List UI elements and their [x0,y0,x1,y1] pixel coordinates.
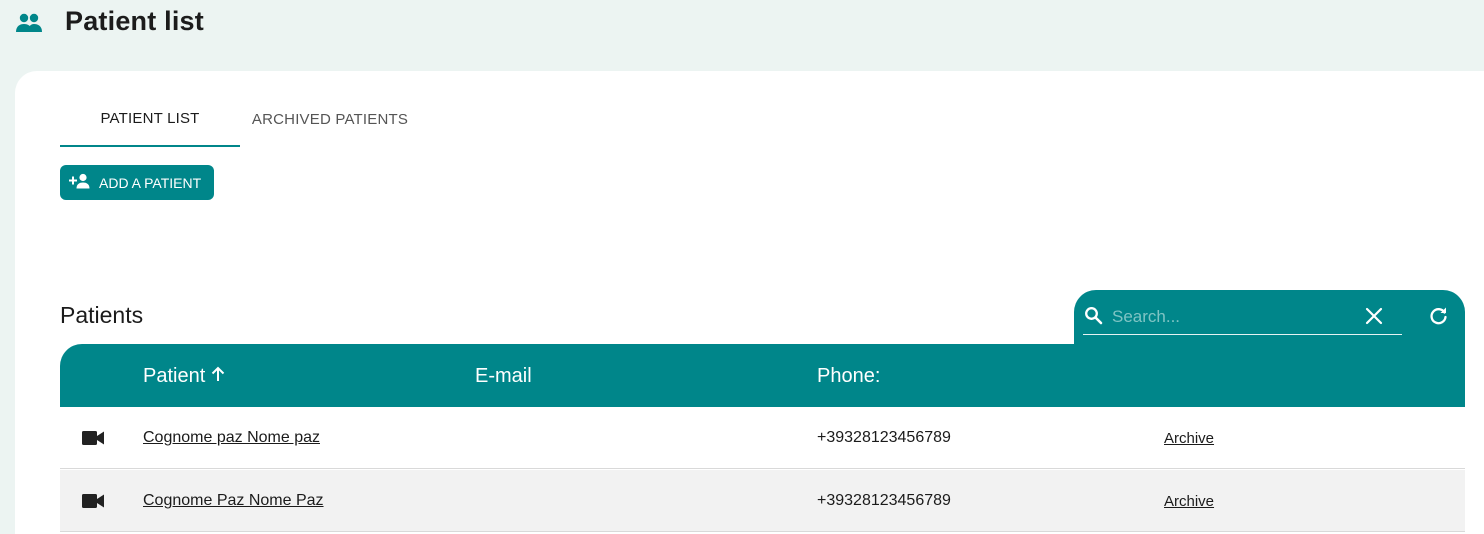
page-title: Patient list [65,6,204,36]
patient-phone: +39328123456789 [817,429,951,446]
column-label-patient: Patient [143,365,206,387]
add-patient-label: ADD A PATIENT [99,174,202,191]
archive-link[interactable]: Archive [1164,430,1214,447]
patient-name-link[interactable]: Cognome Paz Nome Paz [143,492,324,510]
column-header-patient[interactable]: Patient [143,365,225,388]
person-add-icon [69,173,99,192]
add-patient-button[interactable]: ADD A PATIENT [60,165,214,200]
table-row: Cognome paz Nome paz +39328123456789 Arc… [60,407,1465,469]
people-icon [15,12,43,34]
close-icon[interactable] [1365,307,1383,330]
refresh-icon[interactable] [1428,306,1449,332]
video-camera-icon[interactable] [82,431,104,450]
search-input[interactable] [1112,304,1352,330]
table-header: Patient E-mail Phone: [60,344,1465,407]
column-header-email[interactable]: E-mail [475,365,532,388]
video-camera-icon[interactable] [82,494,104,513]
search-underline [1083,334,1402,335]
tab-archived-patients[interactable]: ARCHIVED PATIENTS [240,92,420,147]
table-row: Cognome Paz Nome Paz +39328123456789 Arc… [60,470,1465,532]
tab-bar: PATIENT LIST ARCHIVED PATIENTS [60,92,460,148]
search-panel [1074,290,1465,350]
search-icon [1084,306,1103,330]
patient-phone: +39328123456789 [817,492,951,509]
patient-name-link[interactable]: Cognome paz Nome paz [143,429,320,447]
arrow-up-icon [205,365,225,388]
page-header: Patient list [0,0,1484,70]
column-header-phone[interactable]: Phone: [817,365,880,388]
tab-patient-list[interactable]: PATIENT LIST [60,92,240,147]
section-title: Patients [60,302,144,328]
archive-link[interactable]: Archive [1164,493,1214,510]
